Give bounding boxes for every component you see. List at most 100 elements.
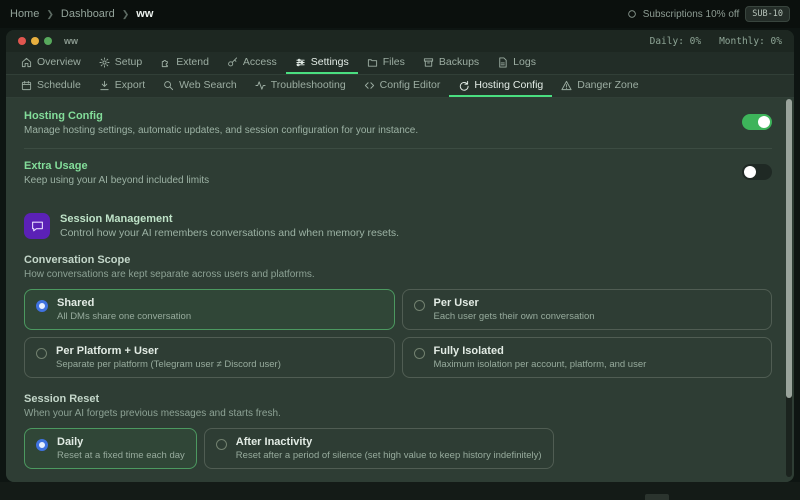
radio-icon[interactable]	[413, 300, 425, 311]
section-divider	[24, 148, 772, 149]
tab-logs[interactable]: Logs	[488, 52, 545, 74]
conversation-scope-desc: How conversations are kept separate acro…	[24, 269, 315, 280]
usage-monthly: Monthly: 0%	[719, 35, 782, 47]
maximize-window-icon[interactable]	[44, 37, 52, 45]
option-desc: All DMs share one conversation	[57, 311, 192, 322]
tab-extend[interactable]: Extend	[151, 52, 218, 74]
warning-icon	[561, 80, 572, 90]
chevron-right-icon: ❯	[121, 8, 130, 19]
session-management-title: Session Management	[60, 213, 173, 225]
tab-label: Danger Zone	[577, 79, 639, 91]
main-tab-bar: Overview Setup Extend Access Settings Fi…	[6, 52, 794, 75]
option-desc: Reset at a fixed time each day	[57, 450, 185, 461]
toggle-knob	[758, 116, 770, 128]
tab-label: Files	[382, 56, 405, 68]
hosting-config-toggle[interactable]	[742, 114, 772, 130]
conversation-scope-options: Shared All DMs share one conversation Pe…	[24, 289, 772, 378]
tab-setup[interactable]: Setup	[90, 52, 151, 74]
tab-overview[interactable]: Overview	[12, 52, 90, 74]
tab-schedule[interactable]: Schedule	[12, 75, 90, 97]
option-title: After Inactivity	[235, 436, 313, 448]
scope-option-per-user[interactable]: Per User Each user gets their own conver…	[401, 289, 772, 330]
key-icon	[228, 56, 238, 66]
archive-icon	[423, 57, 433, 67]
download-icon	[100, 80, 109, 90]
usage-daily: Daily: 0%	[649, 35, 702, 47]
option-desc: Separate per platform (Telegram user ≠ D…	[56, 359, 281, 370]
sliders-icon	[296, 58, 305, 66]
breadcrumb-current: ww	[136, 8, 154, 20]
tab-web-search[interactable]: Web Search	[154, 75, 246, 97]
tab-hosting-config[interactable]: Hosting Config	[449, 75, 553, 97]
conversation-scope-title: Conversation Scope	[24, 254, 131, 266]
hosting-config-section: Hosting Config Manage hosting settings, …	[24, 110, 772, 136]
top-bar: Home ❯ Dashboard ❯ ww Subscriptions 10% …	[0, 0, 800, 28]
tab-backups[interactable]: Backups	[414, 52, 488, 74]
hosting-config-panel: Hosting Config Manage hosting settings, …	[6, 98, 794, 482]
tab-label: Overview	[37, 56, 81, 68]
radio-icon[interactable]	[36, 348, 47, 359]
extra-usage-section: Extra Usage Keep using your AI beyond in…	[24, 160, 772, 186]
tab-label: Hosting Config	[474, 79, 544, 91]
bottom-bar	[0, 482, 800, 500]
scrollbar-thumb[interactable]	[786, 99, 792, 398]
option-desc: Each user gets their own conversation	[433, 311, 595, 322]
radio-icon[interactable]	[413, 348, 425, 359]
tab-config-editor[interactable]: Config Editor	[355, 75, 450, 97]
instance-window: ww Daily: 0% Monthly: 0% Overview Setup …	[6, 30, 794, 482]
scope-option-per-platform-user[interactable]: Per Platform + User Separate per platfor…	[24, 337, 395, 378]
scope-option-fully-isolated[interactable]: Fully Isolated Maximum isolation per acc…	[401, 337, 772, 378]
tab-label: Web Search	[179, 79, 237, 91]
promo-code-badge[interactable]: SUB-10	[745, 6, 790, 22]
session-reset-title: Session Reset	[24, 393, 100, 405]
tab-label: Export	[114, 79, 146, 91]
tab-access[interactable]: Access	[218, 52, 286, 74]
offer-icon	[627, 10, 636, 18]
toggle-knob	[744, 166, 756, 178]
reset-option-after-inactivity[interactable]: After Inactivity Reset after a period of…	[203, 428, 554, 469]
radio-checked-icon[interactable]	[36, 300, 48, 312]
option-title: Fully Isolated	[433, 345, 504, 357]
option-title: Shared	[57, 297, 95, 309]
session-management-section: Session Management Control how your AI r…	[24, 213, 772, 239]
chat-bubble-icon	[24, 213, 50, 239]
scrollbar[interactable]	[786, 99, 792, 477]
scope-option-shared[interactable]: Shared All DMs share one conversation	[24, 289, 395, 330]
radio-icon[interactable]	[215, 439, 227, 450]
option-desc: Maximum isolation per account, platform,…	[433, 359, 647, 370]
breadcrumb-home[interactable]: Home	[10, 8, 39, 20]
tab-danger-zone[interactable]: Danger Zone	[552, 75, 647, 97]
radio-checked-icon[interactable]	[36, 439, 48, 451]
breadcrumb-dashboard[interactable]: Dashboard	[61, 8, 115, 20]
option-title: Per User	[433, 297, 479, 309]
minimize-window-icon[interactable]	[31, 37, 39, 45]
tab-label: Logs	[513, 56, 536, 68]
usage-stats: Daily: 0% Monthly: 0%	[650, 36, 782, 47]
activity-icon	[255, 80, 266, 90]
tab-label: Troubleshooting	[270, 79, 346, 91]
tab-label: Schedule	[37, 79, 81, 91]
tab-label: Backups	[438, 56, 480, 68]
tab-settings[interactable]: Settings	[285, 52, 358, 74]
hosting-config-title: Hosting Config	[24, 110, 103, 122]
breadcrumb: Home ❯ Dashboard ❯ ww	[10, 8, 153, 20]
refresh-icon	[460, 80, 469, 91]
search-icon	[164, 80, 174, 90]
reset-option-daily[interactable]: Daily Reset at a fixed time each day	[24, 428, 197, 469]
option-title: Daily	[57, 436, 84, 448]
session-reset-desc: When your AI forgets previous messages a…	[24, 408, 281, 419]
tab-label: Setup	[114, 56, 143, 68]
close-window-icon[interactable]	[18, 37, 26, 45]
folder-icon	[367, 58, 377, 67]
gear-icon	[99, 56, 110, 68]
tab-label: Access	[242, 56, 277, 68]
subscriptions-promo[interactable]: Subscriptions 10% off SUB-10	[627, 6, 790, 22]
tab-files[interactable]: Files	[358, 52, 414, 74]
window-header: ww Daily: 0% Monthly: 0%	[6, 30, 794, 52]
session-reset-options: Daily Reset at a fixed time each day Aft…	[24, 428, 772, 469]
extra-usage-toggle[interactable]	[742, 164, 772, 180]
drag-handle[interactable]	[645, 494, 669, 500]
tab-troubleshooting[interactable]: Troubleshooting	[246, 75, 355, 97]
tab-export[interactable]: Export	[90, 75, 154, 97]
tab-label: Config Editor	[379, 79, 441, 91]
